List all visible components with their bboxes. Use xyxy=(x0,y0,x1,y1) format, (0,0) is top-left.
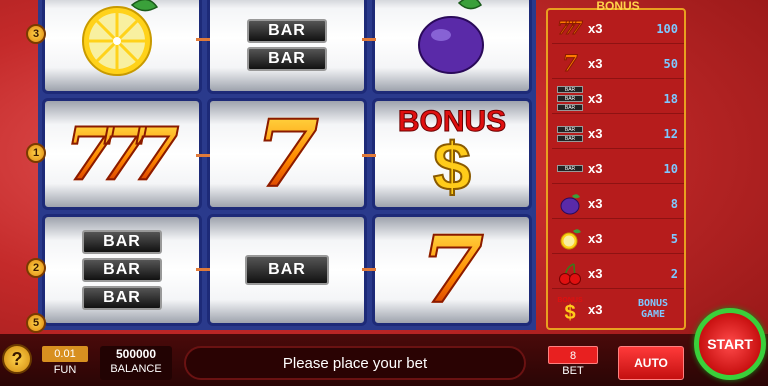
reel-cell-triple-seven: 777 xyxy=(42,98,202,210)
paytable-value: 10 xyxy=(663,161,678,176)
paytable: BONUS 777 x3 100 7 x3 50 BAR BAR BAR x3 18… xyxy=(546,0,686,330)
plum-icon xyxy=(560,193,580,214)
paytable-row: BAR BAR BAR x3 18 xyxy=(552,84,684,114)
help-button[interactable]: ? xyxy=(2,344,32,374)
seven-symbol: 7 xyxy=(254,100,320,208)
triple-seven-icon: 777 xyxy=(557,17,583,39)
seven-symbol: 7 xyxy=(419,216,485,324)
fun-label: FUN xyxy=(53,364,77,376)
payline-connector xyxy=(362,38,376,41)
paytable-mult: x3 xyxy=(588,196,603,211)
payline-connector xyxy=(362,268,376,271)
paytable-row: x3 2 xyxy=(552,259,684,289)
payline-marker-5[interactable]: 5 xyxy=(26,313,46,333)
bet-selector[interactable]: 8 BET xyxy=(540,346,606,380)
paytable-row: BONUS $ x3 BONUS GAME xyxy=(552,294,684,324)
paytable-value: 18 xyxy=(663,91,678,106)
paytable-mult: x3 xyxy=(588,266,603,281)
triple-bar-icon: BAR BAR BAR xyxy=(552,85,588,112)
bar-symbol: BAR xyxy=(82,258,162,282)
payline-marker-3[interactable]: 3 xyxy=(26,24,46,44)
cherry-icon xyxy=(559,262,581,285)
payline-connector xyxy=(196,268,210,271)
reel-cell-bonus: BONUS $ xyxy=(372,98,532,210)
balance-label: BALANCE xyxy=(110,363,162,375)
reel-cell-seven: 7 xyxy=(207,98,367,210)
plum-icon xyxy=(418,0,484,74)
paytable-mult: x3 xyxy=(588,231,603,246)
paytable-row: 777 x3 100 xyxy=(552,14,684,44)
paytable-row: x3 5 xyxy=(552,224,684,254)
paytable-mult: x3 xyxy=(588,91,603,106)
paytable-value: 2 xyxy=(670,266,678,281)
paytable-value: 5 xyxy=(670,231,678,246)
payline-connector xyxy=(362,154,376,157)
bar-symbol: BAR xyxy=(247,19,327,43)
paytable-value: BONUS GAME xyxy=(628,298,684,320)
paytable-mult: x3 xyxy=(588,56,603,71)
paytable-mult: x3 xyxy=(588,21,603,36)
paytable-mult: x3 xyxy=(588,301,603,317)
bet-label: BET xyxy=(562,365,584,377)
balance-value: 500000 xyxy=(115,347,157,361)
dollar-icon: $ xyxy=(432,129,472,205)
reels-area: BAR BAR 777 7 BONUS $ BAR BAR BAR BAR 7 xyxy=(38,0,536,330)
paytable-value: 12 xyxy=(663,126,678,141)
status-message: Please place your bet xyxy=(184,346,526,380)
payline-marker-1[interactable]: 1 xyxy=(26,143,46,163)
triple-seven-symbol: 777 xyxy=(64,117,180,191)
reel-cell-bar: BAR xyxy=(207,214,367,326)
lemon-icon xyxy=(82,0,159,76)
auto-button[interactable]: AUTO xyxy=(618,346,684,380)
double-bar-icon: BAR BAR xyxy=(552,125,588,143)
payline-connector xyxy=(196,154,210,157)
bar-symbol: BAR xyxy=(82,230,162,254)
paytable-row: BAR x3 10 xyxy=(552,154,684,184)
coin-value-selector[interactable]: 0.01 FUN xyxy=(42,346,88,380)
bar-symbol: BAR xyxy=(82,286,162,310)
paytable-header: BONUS xyxy=(596,0,640,13)
bonus-icon: BONUS $ xyxy=(557,296,583,324)
reel-cell-seven-2: 7 xyxy=(372,214,532,326)
start-button[interactable]: START xyxy=(694,308,766,380)
paytable-row: x3 8 xyxy=(552,189,684,219)
payline-marker-2[interactable]: 2 xyxy=(26,258,46,278)
seven-icon: 7 xyxy=(562,50,578,77)
reel-cell-plum xyxy=(372,0,532,94)
bar-icon: BAR xyxy=(552,164,588,173)
paytable-row: BAR BAR x3 12 xyxy=(552,119,684,149)
bar-symbol: BAR xyxy=(245,255,329,285)
lemon-icon xyxy=(560,228,581,249)
bet-value: 8 xyxy=(548,346,598,364)
paytable-mult: x3 xyxy=(588,126,603,141)
bonus-game-line1: BONUS xyxy=(637,298,669,309)
payline-connector xyxy=(196,38,210,41)
bonus-game-line2: GAME xyxy=(640,309,666,320)
paytable-row: 7 x3 50 xyxy=(552,49,684,79)
balance-display: 500000 BALANCE xyxy=(100,346,172,380)
bar-symbol: BAR xyxy=(247,47,327,71)
reel-cell-lemon xyxy=(42,0,202,94)
reel-cell-triple-bar: BAR BAR BAR xyxy=(42,214,202,326)
paytable-value: 50 xyxy=(663,56,678,71)
reel-cell-double-bar: BAR BAR xyxy=(207,0,367,94)
paytable-value: 100 xyxy=(656,21,678,36)
paytable-mult: x3 xyxy=(588,161,603,176)
coin-value: 0.01 xyxy=(42,346,88,362)
paytable-value: 8 xyxy=(670,196,678,211)
